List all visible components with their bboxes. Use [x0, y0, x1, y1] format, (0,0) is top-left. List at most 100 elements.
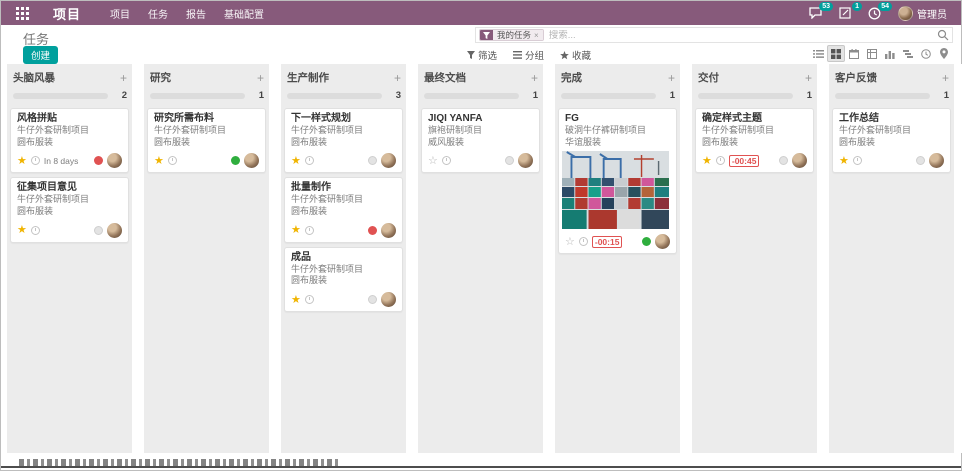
- kanban-state-dot[interactable]: [368, 226, 377, 235]
- user-avatar: [898, 6, 913, 21]
- notes-button[interactable]: 1: [839, 7, 851, 19]
- view-kanban-button[interactable]: [827, 45, 845, 62]
- progress-bar[interactable]: [698, 93, 793, 99]
- kanban-card[interactable]: 工作总结牛仔外套研制项目圆布服装★: [832, 108, 951, 173]
- activity-clock-icon[interactable]: [31, 226, 40, 235]
- activity-clock-icon[interactable]: [168, 156, 177, 165]
- kanban-column: 生产制作+3下一样式规划牛仔外套研制项目圆布服装★批量制作牛仔外套研制项目圆布服…: [281, 64, 406, 453]
- kanban-state-dot[interactable]: [642, 237, 651, 246]
- assignee-avatar[interactable]: [792, 153, 807, 168]
- assignee-avatar[interactable]: [518, 153, 533, 168]
- assignee-avatar[interactable]: [929, 153, 944, 168]
- priority-star-icon[interactable]: ☆: [428, 156, 438, 166]
- assignee-avatar[interactable]: [244, 153, 259, 168]
- add-card-button[interactable]: +: [805, 73, 812, 83]
- priority-star-icon[interactable]: ★: [291, 295, 301, 305]
- search-facet[interactable]: 我的任务 ×: [479, 29, 544, 41]
- progress-bar[interactable]: [424, 93, 519, 99]
- priority-star-icon[interactable]: ★: [291, 156, 301, 166]
- assignee-avatar[interactable]: [107, 153, 122, 168]
- card-project: 牛仔外套研制项目: [291, 194, 396, 206]
- progress-bar[interactable]: [150, 93, 245, 99]
- add-card-button[interactable]: +: [531, 73, 538, 83]
- progress-bar[interactable]: [13, 93, 108, 99]
- kanban-state-dot[interactable]: [231, 156, 240, 165]
- priority-star-icon[interactable]: ☆: [565, 237, 575, 247]
- assignee-avatar[interactable]: [381, 292, 396, 307]
- kanban-state-dot[interactable]: [368, 295, 377, 304]
- facet-remove-icon[interactable]: ×: [534, 31, 539, 40]
- menu-tasks[interactable]: 任务: [148, 6, 168, 21]
- activity-clock-icon[interactable]: [31, 156, 40, 165]
- app-title[interactable]: 项目: [53, 4, 81, 23]
- kanban-state-dot[interactable]: [94, 156, 103, 165]
- kanban-column-header: 完成+: [555, 70, 680, 85]
- add-card-button[interactable]: +: [120, 73, 127, 83]
- apps-menu-icon[interactable]: [13, 6, 31, 20]
- activity-clock-icon[interactable]: [305, 226, 314, 235]
- progress-bar[interactable]: [287, 93, 382, 99]
- add-card-button[interactable]: +: [668, 73, 675, 83]
- kanban-card[interactable]: 征集项目意见牛仔外套研制项目圆布服装★: [10, 177, 129, 242]
- user-menu[interactable]: 管理员: [898, 6, 947, 21]
- card-footer: ★: [291, 292, 396, 307]
- priority-star-icon[interactable]: ★: [17, 225, 27, 235]
- add-card-button[interactable]: +: [394, 73, 401, 83]
- messages-button[interactable]: 53: [809, 7, 822, 19]
- assignee-avatar[interactable]: [107, 223, 122, 238]
- add-card-button[interactable]: +: [942, 73, 949, 83]
- progress-bar[interactable]: [561, 93, 656, 99]
- assignee-avatar[interactable]: [381, 223, 396, 238]
- activity-clock-icon[interactable]: [305, 295, 314, 304]
- add-card-button[interactable]: +: [257, 73, 264, 83]
- activity-clock-icon[interactable]: [442, 156, 451, 165]
- priority-star-icon[interactable]: ★: [702, 156, 712, 166]
- priority-star-icon[interactable]: ★: [154, 156, 164, 166]
- assignee-avatar[interactable]: [655, 234, 670, 249]
- kanban-column: 客户反馈+1工作总结牛仔外套研制项目圆布服装★: [829, 64, 954, 453]
- menu-reporting[interactable]: 报告: [186, 6, 206, 21]
- priority-star-icon[interactable]: ★: [839, 156, 849, 166]
- kanban-card[interactable]: JIQI YANFA旗袍研制项目威风服装☆: [421, 108, 540, 173]
- menu-configuration[interactable]: 基础配置: [224, 6, 264, 21]
- search-icon[interactable]: [937, 29, 949, 41]
- favorites-button[interactable]: 收藏: [560, 48, 591, 62]
- activity-clock-icon[interactable]: [716, 156, 725, 165]
- view-pivot-button[interactable]: [863, 45, 881, 62]
- kanban-state-dot[interactable]: [916, 156, 925, 165]
- view-graph-button[interactable]: [881, 45, 899, 62]
- kanban-card[interactable]: FG破洞牛仔裤研制项目华谊服装: [558, 108, 677, 254]
- activity-view-icon: [921, 49, 931, 59]
- create-button[interactable]: 创建: [23, 46, 58, 64]
- filters-button[interactable]: 筛选: [467, 48, 497, 62]
- groupby-button[interactable]: 分组: [513, 48, 544, 62]
- kanban-view-icon: [831, 49, 841, 59]
- kanban-state-dot[interactable]: [505, 156, 514, 165]
- kanban-column-progress: 3: [287, 90, 401, 101]
- kanban-card[interactable]: 批量制作牛仔外套研制项目圆布服装★: [284, 177, 403, 242]
- kanban-state-dot[interactable]: [368, 156, 377, 165]
- kanban-card[interactable]: 下一样式规划牛仔外套研制项目圆布服装★: [284, 108, 403, 173]
- search-bar[interactable]: 我的任务 ×: [475, 27, 953, 43]
- progress-bar[interactable]: [835, 93, 930, 99]
- priority-star-icon[interactable]: ★: [17, 156, 27, 166]
- menu-projects[interactable]: 项目: [110, 6, 130, 21]
- kanban-card[interactable]: 成品牛仔外套研制项目圆布服装★: [284, 247, 403, 312]
- activity-clock-icon[interactable]: [579, 237, 588, 246]
- kanban-card[interactable]: 研究所需布料牛仔外套研制项目圆布服装★: [147, 108, 266, 173]
- assignee-avatar[interactable]: [381, 153, 396, 168]
- view-map-button[interactable]: [935, 45, 953, 62]
- view-calendar-button[interactable]: [845, 45, 863, 62]
- kanban-card[interactable]: 风格拼贴牛仔外套研制项目圆布服装★In 8 days: [10, 108, 129, 173]
- view-activity-button[interactable]: [917, 45, 935, 62]
- kanban-card[interactable]: 确定样式主题牛仔外套研制项目圆布服装★-00:45: [695, 108, 814, 173]
- kanban-state-dot[interactable]: [94, 226, 103, 235]
- activity-clock-icon[interactable]: [853, 156, 862, 165]
- view-list-button[interactable]: [809, 45, 827, 62]
- priority-star-icon[interactable]: ★: [291, 225, 301, 235]
- search-input[interactable]: [549, 30, 937, 41]
- view-gantt-button[interactable]: [899, 45, 917, 62]
- activity-clock-icon[interactable]: [305, 156, 314, 165]
- kanban-state-dot[interactable]: [779, 156, 788, 165]
- activities-button[interactable]: 54: [868, 7, 881, 20]
